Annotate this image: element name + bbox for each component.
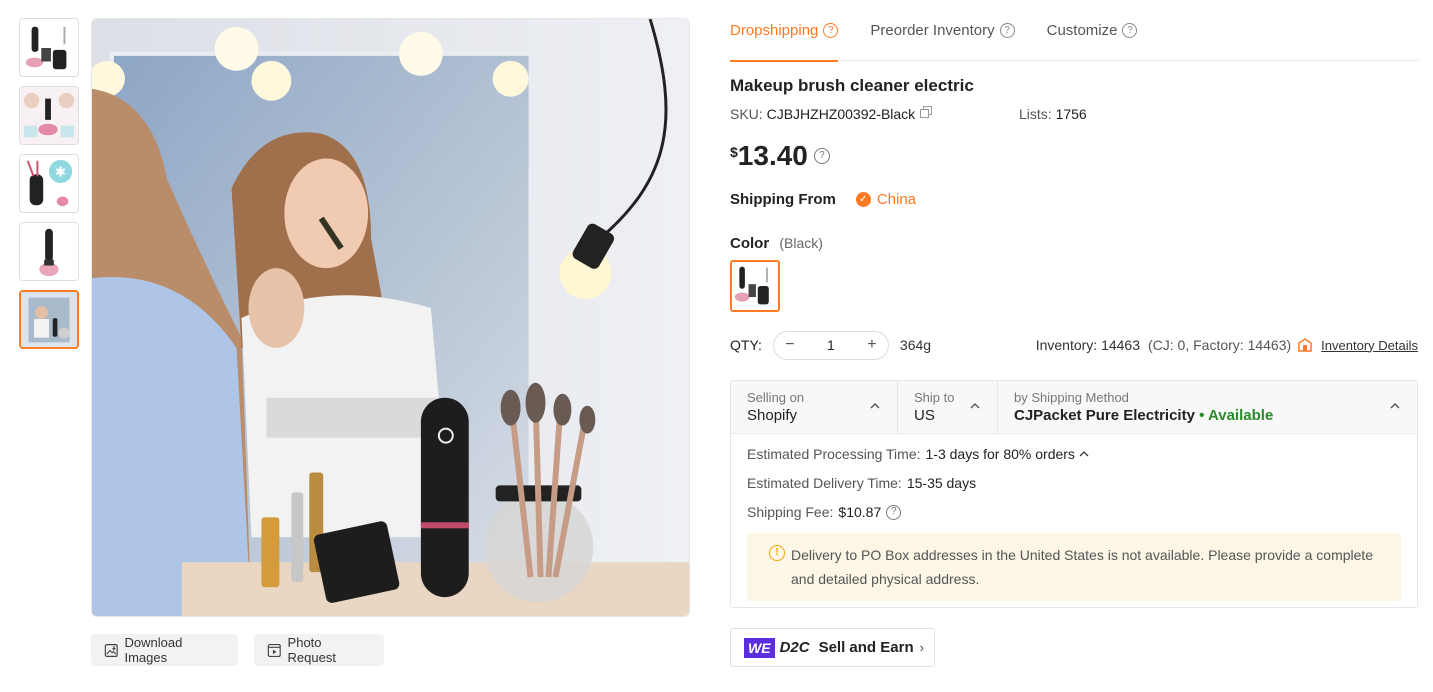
processing-time-value: 1-3 days for 80% orders <box>925 446 1075 462</box>
color-row: Color (Black) <box>730 235 823 252</box>
ship-to-select[interactable]: Ship to US <box>898 381 998 433</box>
chevron-up-icon <box>970 403 980 409</box>
processing-time-label: Estimated Processing Time: <box>747 446 921 462</box>
shipping-details: Estimated Processing Time: 1-3 days for … <box>731 434 1417 613</box>
shipping-fee-value: $10.87 <box>838 504 882 520</box>
tab-dropshipping-label: Dropshipping <box>730 22 819 39</box>
po-box-notice: ! Delivery to PO Box addresses in the Un… <box>747 533 1401 601</box>
download-images-button[interactable]: Download Images <box>91 634 238 666</box>
shipping-selectors: Selling on Shopify Ship to US by Shippin… <box>731 381 1417 434</box>
qty-label: QTY: <box>730 337 762 353</box>
sell-and-earn-label: Sell and Earn <box>818 639 914 656</box>
tab-customize[interactable]: Customize ? <box>1047 0 1138 61</box>
main-product-image <box>91 18 690 617</box>
thumbnail-2[interactable] <box>19 86 79 145</box>
thumbnail-3[interactable]: ✱ <box>19 154 79 213</box>
shipping-fee-row: Shipping Fee: $10.87 ? <box>747 504 1401 520</box>
d2c-logo: D2C <box>779 639 810 656</box>
price-currency: $ <box>730 144 738 160</box>
shipping-fee-label: Shipping Fee: <box>747 504 834 520</box>
inventory-info: Inventory: 14463 (CJ: 0, Factory: 14463)… <box>1036 337 1418 353</box>
shipping-method-value: CJPacket Pure Electricity <box>1014 407 1195 424</box>
color-swatch-black[interactable] <box>730 260 780 312</box>
delivery-time-value: 15-35 days <box>906 475 977 491</box>
help-icon[interactable]: ? <box>999 23 1015 38</box>
image-download-icon <box>104 643 118 657</box>
photo-request-label: Photo Request <box>287 635 336 665</box>
inventory-breakdown: (CJ: 0, Factory: 14463) <box>1148 337 1292 353</box>
thumbnail-1[interactable] <box>19 18 79 77</box>
thumbnail-5[interactable] <box>19 290 79 349</box>
warning-icon: ! <box>769 545 785 561</box>
quantity-row: QTY: − + 364g Inventory: 14463 (CJ: 0, F… <box>730 330 1418 360</box>
processing-time-row: Estimated Processing Time: 1-3 days for … <box>747 446 1401 462</box>
d2c-sell-and-earn-button[interactable]: WE D2C Sell and Earn › <box>730 628 935 667</box>
product-weight: 364g <box>899 337 932 353</box>
inventory-details-link[interactable]: Inventory Details <box>1321 338 1418 353</box>
photo-request-button[interactable]: Photo Request <box>254 634 384 666</box>
sku-row: SKU: CJBJHZHZ00392-Black Lists: 1756 <box>730 106 1418 122</box>
shipping-from-label: Shipping From <box>730 191 836 208</box>
selling-on-value: Shopify <box>747 407 798 424</box>
shipping-method-label: by Shipping Method <box>1014 390 1129 405</box>
shipping-method-select[interactable]: by Shipping Method CJPacket Pure Electri… <box>998 381 1417 433</box>
lists-value: 1756 <box>1055 106 1087 122</box>
price-amount: 13.40 <box>737 140 808 171</box>
quantity-input[interactable] <box>805 337 856 353</box>
lists-label: Lists: <box>1019 106 1052 122</box>
increment-button[interactable]: + <box>856 336 888 354</box>
help-icon[interactable]: ? <box>1122 23 1138 38</box>
delivery-time-label: Estimated Delivery Time: <box>747 475 902 491</box>
download-images-label: Download Images <box>124 635 183 665</box>
copy-icon[interactable] <box>920 106 933 118</box>
inventory-total: Inventory: 14463 <box>1035 337 1140 353</box>
shipping-panel: Selling on Shopify Ship to US by Shippin… <box>730 380 1418 608</box>
help-icon[interactable]: ? <box>823 23 839 38</box>
color-selected: (Black) <box>779 235 823 251</box>
selling-on-select[interactable]: Selling on Shopify <box>731 381 898 433</box>
shipping-from: Shipping From ✓ China <box>730 191 916 208</box>
sku-label: SKU: <box>730 106 763 122</box>
quantity-stepper: − + <box>772 330 889 360</box>
po-box-notice-text: Delivery to PO Box addresses in the Unit… <box>791 547 1374 587</box>
tab-preorder-label: Preorder Inventory <box>870 22 995 39</box>
sku-value: CJBJHZHZ00392-Black <box>766 106 916 122</box>
product-info-panel: Dropshipping ? Preorder Inventory ? Cust… <box>730 0 1418 667</box>
shipping-method-status: • Available <box>1199 407 1274 424</box>
color-label: Color <box>730 235 770 252</box>
chevron-up-icon <box>870 403 880 409</box>
svg-text:✱: ✱ <box>55 164 66 179</box>
help-icon[interactable]: ? <box>813 148 830 164</box>
selling-on-label: Selling on <box>747 390 805 405</box>
shipping-from-country[interactable]: China <box>877 191 916 208</box>
check-circle-icon: ✓ <box>855 192 871 207</box>
chevron-up-icon <box>1390 403 1400 409</box>
warehouse-icon <box>1298 338 1312 352</box>
decrement-button[interactable]: − <box>774 336 806 354</box>
thumbnail-list: ✱ <box>19 18 79 358</box>
tab-preorder-inventory[interactable]: Preorder Inventory ? <box>870 0 1015 61</box>
tab-dropshipping[interactable]: Dropshipping ? <box>730 0 839 62</box>
purchase-mode-tabs: Dropshipping ? Preorder Inventory ? Cust… <box>730 0 1418 62</box>
we-logo: WE <box>744 637 775 658</box>
tab-customize-label: Customize <box>1046 22 1118 39</box>
product-title: Makeup brush cleaner electric <box>730 76 974 95</box>
video-frame-icon <box>267 643 281 657</box>
help-icon[interactable]: ? <box>886 504 902 520</box>
delivery-time-row: Estimated Delivery Time: 15-35 days <box>747 475 1401 491</box>
price: $ 13.40 ? <box>730 140 830 172</box>
thumbnail-4[interactable] <box>19 222 79 281</box>
chevron-up-icon[interactable] <box>1078 448 1090 460</box>
chevron-right-icon: › <box>919 640 924 655</box>
